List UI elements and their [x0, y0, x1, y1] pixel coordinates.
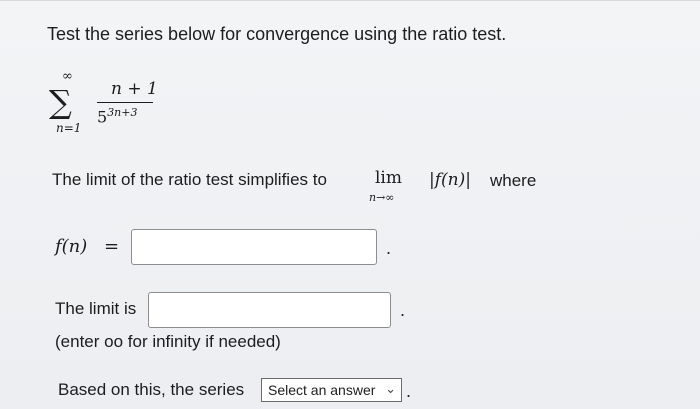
- page: Test the series below for convergence us…: [0, 0, 700, 409]
- limit-hint: (enter oo for infinity if needed): [55, 332, 281, 351]
- question-text: Test the series below for convergence us…: [47, 24, 507, 44]
- equals-sign: =: [104, 236, 120, 257]
- f-label: f(n): [55, 236, 88, 257]
- sum-upper-limit: ∞: [62, 69, 73, 84]
- lim-word: lim: [375, 168, 402, 188]
- limit-label: The limit is: [55, 299, 137, 318]
- answer-select[interactable]: Select an answer ⌄: [261, 378, 402, 402]
- sum-lower-limit: n=1: [56, 121, 82, 135]
- limit-trailing-dot: .: [400, 300, 406, 320]
- denominator-exponent: 3n+3: [107, 106, 138, 119]
- answer-select-label: Select an answer: [268, 382, 376, 398]
- ratio-text: The limit of the ratio test simplifies t…: [52, 170, 327, 189]
- sigma-symbol: ∑: [49, 83, 72, 121]
- fraction-bar: [97, 102, 153, 103]
- fraction-denominator: 53n+3: [97, 106, 138, 126]
- limit-answer-input[interactable]: [148, 292, 391, 328]
- conclusion-trailing-dot: .: [406, 381, 412, 401]
- f-trailing-dot: .: [386, 238, 392, 258]
- abs-f: |f(n)|: [429, 170, 471, 190]
- f-answer-input[interactable]: [131, 229, 377, 265]
- top-divider: [0, 0, 700, 1]
- fraction-numerator: n + 1: [111, 79, 158, 99]
- chevron-down-icon: ⌄: [385, 381, 396, 396]
- conclusion-text: Based on this, the series: [58, 380, 245, 399]
- lim-subscript: n→∞: [369, 191, 395, 204]
- where-text: where: [490, 171, 537, 190]
- denominator-base: 5: [97, 107, 108, 127]
